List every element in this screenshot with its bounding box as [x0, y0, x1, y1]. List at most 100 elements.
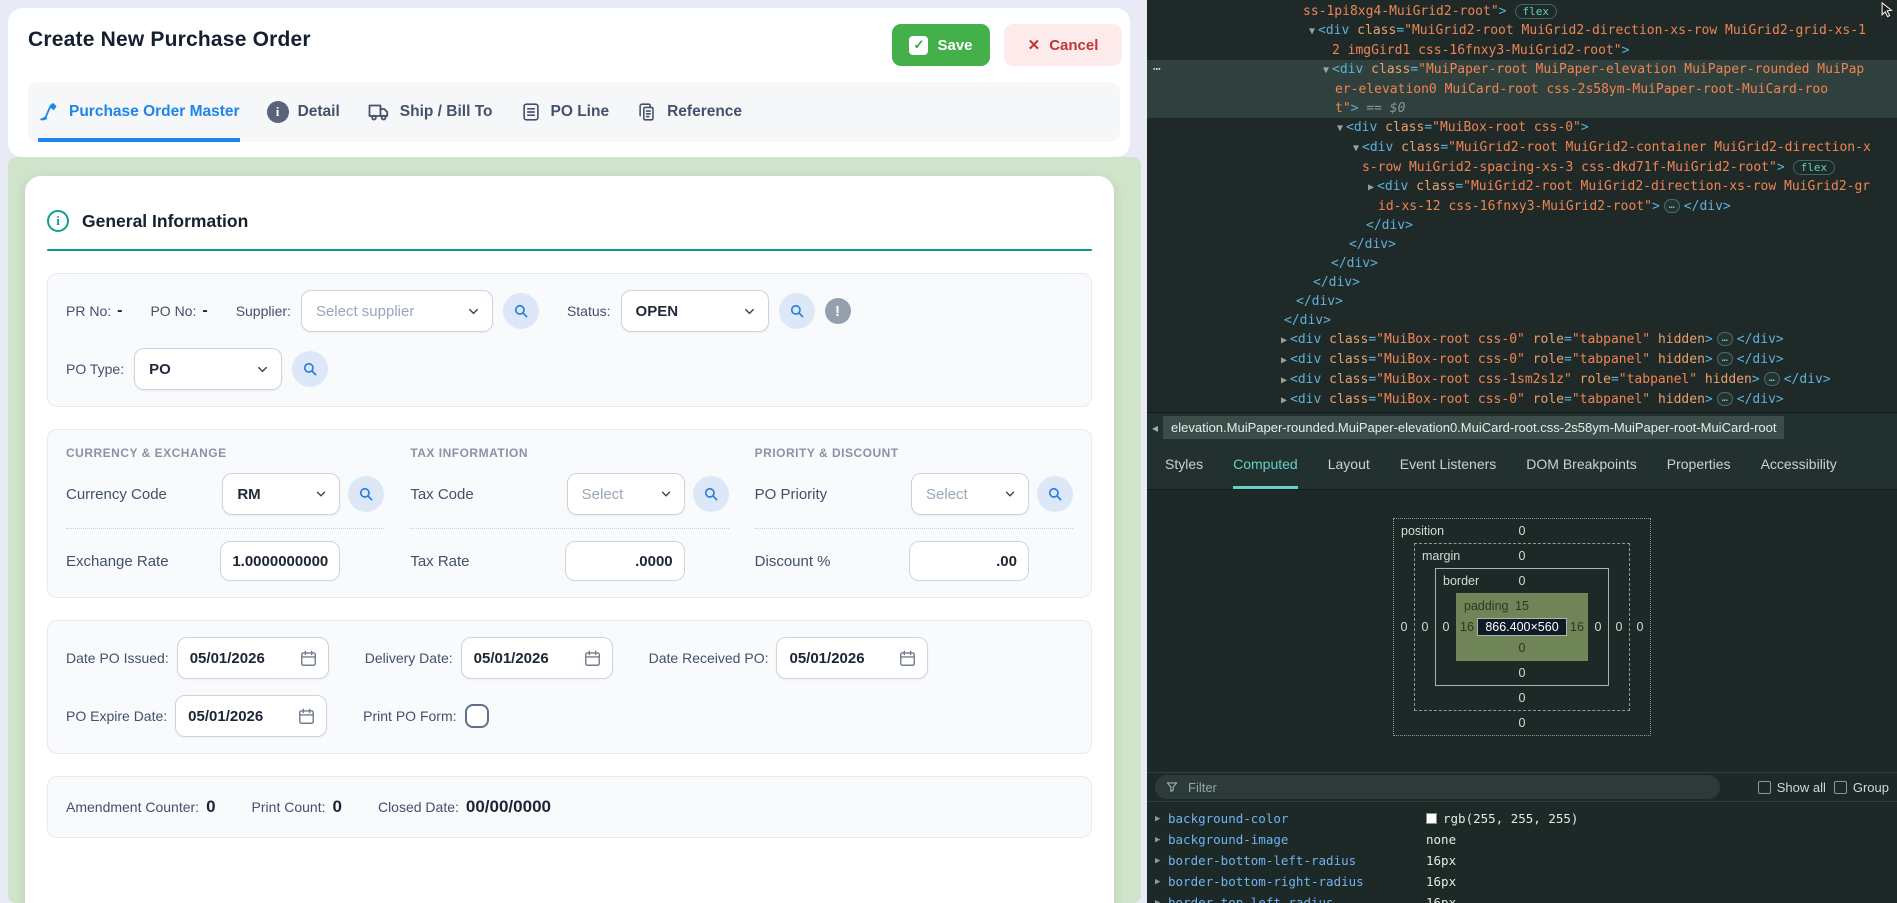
tab-label: PO Line	[551, 103, 610, 121]
tax-code-search-button[interactable]	[693, 476, 729, 512]
breadcrumb-item[interactable]: elevation.MuiPaper-rounded.MuiPaper-elev…	[1163, 416, 1784, 439]
code-line[interactable]: er-elevation0 MuiCard-root css-2s58ym-Mu…	[1147, 80, 1897, 99]
elements-tree[interactable]: ss-1pi8xg4-MuiGrid2-root">flex▼<div clas…	[1147, 0, 1897, 412]
inline-expand-icon[interactable]: …	[1764, 372, 1780, 386]
box-model-margin[interactable]: margin 0 0 0 0 border 0 0 0 0 padding 15	[1414, 543, 1630, 711]
code-line[interactable]: ▼<div class="MuiBox-root css-0">	[1147, 118, 1897, 138]
supplier-select[interactable]: Select supplier	[301, 290, 493, 332]
code-line[interactable]: </div>	[1147, 311, 1897, 330]
save-button[interactable]: ✓ Save	[892, 24, 990, 66]
tab-po-line[interactable]: PO Line	[520, 82, 610, 142]
show-all-checkbox[interactable]: Show all	[1758, 780, 1826, 795]
inline-expand-icon[interactable]: …	[1717, 392, 1733, 406]
print-po-form-checkbox[interactable]	[465, 704, 489, 728]
identity-box: PR No:- PO No:- Supplier: Select supplie…	[47, 273, 1092, 407]
tab-event-listeners[interactable]: Event Listeners	[1400, 442, 1497, 489]
tab-purchase-order-master[interactable]: Purchase Order Master	[38, 82, 240, 142]
mouse-cursor	[1879, 1, 1894, 21]
date-received-input[interactable]: 05/01/2026	[776, 637, 928, 679]
po-priority-select[interactable]: Select	[911, 473, 1029, 515]
code-line[interactable]: ⋯▼<div class="MuiPaper-root MuiPaper-ele…	[1147, 60, 1897, 80]
po-type-select[interactable]: PO	[134, 348, 282, 390]
code-line[interactable]: </div>	[1147, 292, 1897, 311]
inline-expand-icon[interactable]: …	[1717, 352, 1733, 366]
tax-code-select[interactable]: Select	[567, 473, 685, 515]
code-line[interactable]: </div>	[1147, 273, 1897, 292]
currency-search-button[interactable]	[348, 476, 384, 512]
code-line[interactable]: </div>	[1147, 216, 1897, 235]
flex-badge[interactable]: flex	[1793, 160, 1836, 175]
more-actions-icon[interactable]: ⋯	[1153, 60, 1162, 79]
code-line[interactable]: ▶<div class="MuiBox-root css-0" role="ta…	[1147, 350, 1897, 370]
code-line[interactable]: t"> == $0	[1147, 99, 1897, 118]
property-row[interactable]: ▶ background-image none	[1147, 829, 1897, 850]
box-model-position[interactable]: position 0 0 0 0 margin 0 0 0 0 border 0…	[1393, 518, 1651, 736]
tab-accessibility[interactable]: Accessibility	[1761, 442, 1837, 489]
breadcrumb-left-icon[interactable]: ◂	[1147, 421, 1163, 435]
currency-column: CURRENCY & EXCHANGE Currency Code RM	[66, 446, 384, 581]
chevron-down-icon	[255, 362, 270, 377]
po-type-search-button[interactable]	[292, 351, 328, 387]
po-priority-search-button[interactable]	[1037, 476, 1073, 512]
discount-input[interactable]	[909, 541, 1029, 581]
close-x-icon: ✕	[1028, 36, 1041, 54]
code-line[interactable]: ss-1pi8xg4-MuiGrid2-root">flex	[1147, 2, 1897, 21]
tax-rate-input[interactable]	[565, 541, 685, 581]
property-row[interactable]: ▶ background-color rgb(255, 255, 255)	[1147, 808, 1897, 829]
tab-reference[interactable]: Reference	[636, 82, 742, 142]
priority-column: PRIORITY & DISCOUNT PO Priority Select	[755, 446, 1073, 581]
expand-arrow-icon: ▶	[1155, 856, 1168, 866]
computed-panel: position 0 0 0 0 margin 0 0 0 0 border 0…	[1147, 490, 1897, 903]
tab-dom-breakpoints[interactable]: DOM Breakpoints	[1526, 442, 1636, 489]
date-po-issued-input[interactable]: 05/01/2026	[177, 637, 329, 679]
calendar-icon	[583, 649, 602, 668]
supplier-search-button[interactable]	[503, 293, 539, 329]
flex-badge[interactable]: flex	[1515, 4, 1558, 19]
exchange-rate-input[interactable]	[220, 541, 340, 581]
inline-expand-icon[interactable]: …	[1717, 332, 1733, 346]
purchase-order-app: Create New Purchase Order ✓ Save ✕ Cance…	[0, 0, 1147, 903]
code-line[interactable]: s-row MuiGrid2-spacing-xs-3 css-dkd71f-M…	[1147, 158, 1897, 177]
tab-detail[interactable]: i Detail	[267, 82, 340, 142]
status-select[interactable]: OPEN	[621, 290, 769, 332]
status-search-button[interactable]	[779, 293, 815, 329]
warning-exclamation-icon: !	[825, 298, 851, 324]
column-header: TAX INFORMATION	[410, 446, 728, 460]
tab-computed[interactable]: Computed	[1233, 442, 1298, 489]
code-line[interactable]: 2 imgGird1 css-16fnxy3-MuiGrid2-root">	[1147, 41, 1897, 60]
code-line[interactable]: </div>	[1147, 235, 1897, 254]
tab-properties[interactable]: Properties	[1667, 442, 1731, 489]
code-line[interactable]: ▼<div class="MuiGrid2-root MuiGrid2-cont…	[1147, 138, 1897, 158]
po-expire-input[interactable]: 05/01/2026	[175, 695, 327, 737]
box-model-padding[interactable]: padding 15 16 16 0 866.400×560	[1456, 593, 1588, 661]
code-line[interactable]: id-xs-12 css-16fnxy3-MuiGrid2-root">…</d…	[1147, 197, 1897, 216]
code-line[interactable]: ▶<div class="MuiBox-root css-0" role="ta…	[1147, 330, 1897, 350]
tab-label: Reference	[667, 103, 742, 121]
group-checkbox[interactable]: Group	[1834, 780, 1889, 795]
code-line[interactable]: </div>	[1147, 254, 1897, 273]
cancel-button[interactable]: ✕ Cancel	[1004, 24, 1122, 66]
computed-filter-bar: Show all Group	[1147, 772, 1897, 802]
property-row[interactable]: ▶ border-bottom-right-radius 16px	[1147, 871, 1897, 892]
code-line[interactable]: ▼<div class="MuiGrid2-root MuiGrid2-dire…	[1147, 21, 1897, 41]
tab-styles[interactable]: Styles	[1165, 442, 1203, 489]
expand-arrow-icon: ▶	[1155, 835, 1168, 845]
inline-expand-icon[interactable]: …	[1664, 199, 1680, 213]
tab-panel-background: i General Information PR No:- PO No:- Su…	[8, 157, 1141, 903]
code-line[interactable]: ▶<div class="MuiBox-root css-1sm2s1z" ro…	[1147, 370, 1897, 390]
tax-column: TAX INFORMATION Tax Code Select	[410, 446, 728, 581]
tab-ship-bill-to[interactable]: Ship / Bill To	[367, 82, 493, 142]
currency-code-select[interactable]: RM	[222, 473, 340, 515]
po-type-value: PO	[149, 361, 171, 378]
box-model-border[interactable]: border 0 0 0 0 padding 15 16 16 0 866.40…	[1435, 568, 1609, 686]
code-line[interactable]: ▶<div class="MuiGrid2-root MuiGrid2-dire…	[1147, 177, 1897, 197]
box-model-content[interactable]: 866.400×560	[1477, 618, 1567, 636]
filter-input[interactable]	[1186, 779, 1710, 796]
property-row[interactable]: ▶ border-bottom-left-radius 16px	[1147, 850, 1897, 871]
tab-layout[interactable]: Layout	[1328, 442, 1370, 489]
delivery-date-input[interactable]: 05/01/2026	[461, 637, 613, 679]
info-outline-icon: i	[47, 210, 69, 232]
calendar-icon	[898, 649, 917, 668]
code-line[interactable]: ▶<div class="MuiBox-root css-0" role="ta…	[1147, 390, 1897, 410]
property-row[interactable]: ▶ border-top-left-radius 16px	[1147, 892, 1897, 903]
